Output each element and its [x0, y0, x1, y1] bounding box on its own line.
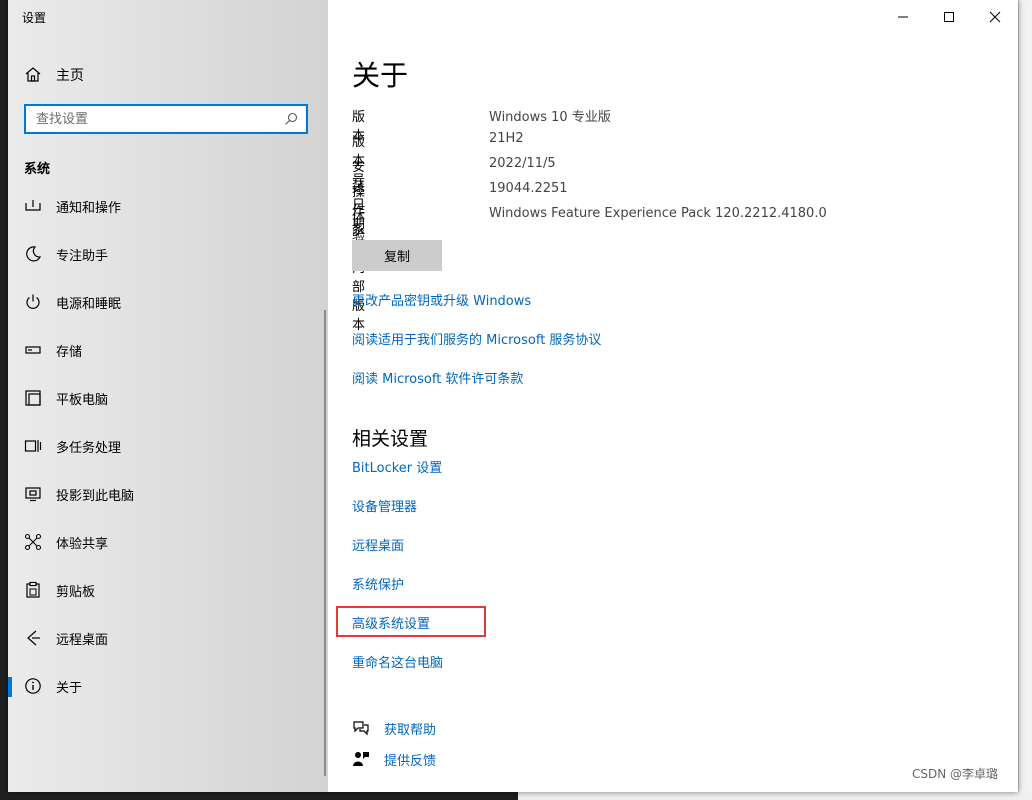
link-device-manager[interactable]: 设备管理器 — [352, 496, 417, 515]
sidebar-item-focus-assist[interactable]: 专注助手 — [8, 230, 328, 278]
link-bitlocker-settings[interactable]: BitLocker 设置 — [352, 457, 442, 476]
sidebar-item-label: 平板电脑 — [56, 393, 109, 408]
power-icon — [26, 294, 40, 309]
maximize-button[interactable] — [926, 0, 972, 34]
sidebar-item-label: 多任务处理 — [56, 441, 122, 456]
search-input[interactable] — [26, 106, 286, 132]
remote-desktop-icon — [27, 630, 40, 646]
sidebar-item-storage[interactable]: 存储 — [8, 326, 328, 374]
sidebar-scrollbar[interactable] — [324, 310, 326, 776]
sidebar-item-remote-desktop[interactable]: 远程桌面 — [8, 614, 328, 662]
background-taskbar-edge — [518, 792, 1032, 800]
sidebar-item-label: 投影到此电脑 — [56, 489, 135, 504]
minimize-icon — [898, 16, 908, 18]
sidebar-item-shared-experiences[interactable]: 体验共享 — [8, 518, 328, 566]
get-help-label: 获取帮助 — [384, 723, 437, 738]
link-remote-desktop[interactable]: 远程桌面 — [352, 535, 404, 554]
sidebar-home[interactable]: 主页 — [8, 58, 328, 90]
home-icon — [25, 67, 41, 82]
sidebar-home-label: 主页 — [56, 68, 84, 84]
sidebar-item-label: 专注助手 — [56, 249, 109, 264]
sidebar-item-label: 电源和睡眠 — [56, 297, 122, 312]
close-icon — [989, 11, 1001, 23]
sidebar-item-power-sleep[interactable]: 电源和睡眠 — [8, 278, 328, 326]
search-icon[interactable] — [284, 112, 298, 126]
info-icon — [25, 678, 41, 694]
settings-window: 设置 主页 系统 通知和操作 — [8, 0, 1018, 792]
sidebar-item-label: 体验共享 — [56, 537, 109, 552]
close-button[interactable] — [972, 0, 1018, 34]
content-pane: 关于 版本 Windows 10 专业版 版本号 21H2 安装日期 2022/… — [328, 0, 1018, 792]
share-icon — [24, 533, 42, 551]
sidebar-nav: 通知和操作 专注助手 电源和睡眠 存储 平板电脑 多任务处理 投影到此电脑 体验… — [8, 182, 328, 710]
related-settings-heading: 相关设置 — [352, 428, 429, 450]
spec-value: 2022/11/5 — [489, 156, 556, 171]
give-feedback-label: 提供反馈 — [384, 754, 437, 769]
tablet-icon — [25, 390, 41, 406]
spec-value: 21H2 — [489, 131, 524, 146]
sidebar-section-system: 系统 — [24, 162, 51, 177]
sidebar-item-about[interactable]: 关于 — [8, 662, 328, 710]
minimize-button[interactable] — [880, 0, 926, 34]
spec-value: Windows 10 专业版 — [489, 110, 611, 125]
clipboard-icon — [26, 581, 40, 598]
sidebar-item-project[interactable]: 投影到此电脑 — [8, 470, 328, 518]
link-software-license-terms[interactable]: 阅读 Microsoft 软件许可条款 — [352, 368, 523, 387]
sidebar: 设置 主页 系统 通知和操作 — [8, 0, 328, 792]
sidebar-item-notifications[interactable]: 通知和操作 — [8, 182, 328, 230]
feedback-icon — [353, 752, 369, 766]
help-chat-icon — [353, 721, 369, 736]
moon-icon — [26, 246, 42, 262]
sidebar-item-label: 关于 — [56, 681, 83, 696]
spec-value: Windows Feature Experience Pack 120.2212… — [489, 206, 827, 221]
spec-key: 体验 — [352, 210, 366, 244]
sidebar-item-multitasking[interactable]: 多任务处理 — [8, 422, 328, 470]
background-window-edge — [1018, 0, 1032, 800]
sidebar-item-label: 剪贴板 — [56, 585, 96, 600]
maximize-icon — [944, 12, 954, 22]
sidebar-item-label: 通知和操作 — [56, 201, 122, 216]
sidebar-item-label: 远程桌面 — [56, 633, 109, 648]
search-box — [24, 104, 308, 134]
sidebar-item-tablet[interactable]: 平板电脑 — [8, 374, 328, 422]
spec-value: 19044.2251 — [489, 181, 568, 196]
multitask-icon — [24, 440, 42, 452]
copy-button[interactable]: 复制 — [352, 240, 442, 271]
notification-icon — [25, 200, 41, 211]
storage-icon — [25, 346, 41, 354]
project-icon — [25, 487, 41, 502]
page-title: 关于 — [352, 59, 409, 92]
link-system-protection[interactable]: 系统保护 — [352, 574, 404, 593]
watermark: CSDN @李卓璐 — [911, 767, 998, 781]
annotation-highlight-box — [336, 606, 486, 637]
link-microsoft-services-agreement[interactable]: 阅读适用于我们服务的 Microsoft 服务协议 — [352, 329, 601, 348]
link-change-product-key[interactable]: 更改产品密钥或升级 Windows — [352, 290, 531, 309]
sidebar-item-clipboard[interactable]: 剪贴板 — [8, 566, 328, 614]
window-title: 设置 — [22, 11, 47, 25]
sidebar-item-label: 存储 — [56, 345, 83, 360]
link-rename-pc[interactable]: 重命名这台电脑 — [352, 652, 443, 671]
